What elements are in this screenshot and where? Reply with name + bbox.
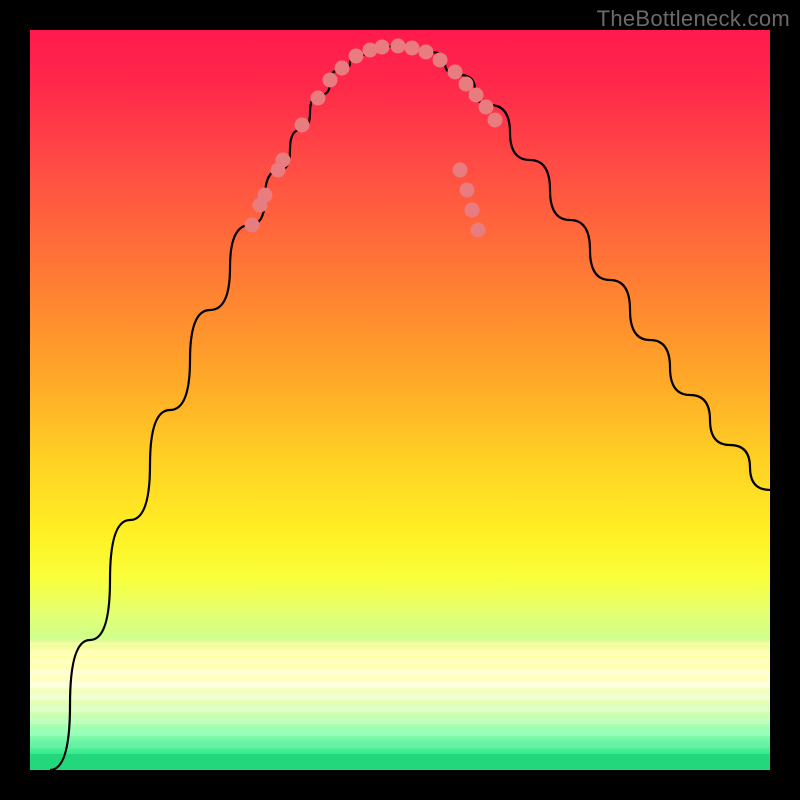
data-dot [469, 88, 484, 103]
bottleneck-curve-svg [30, 30, 770, 770]
data-dot [311, 91, 326, 106]
data-dot [488, 113, 503, 128]
data-dot [258, 188, 273, 203]
data-dot [448, 65, 463, 80]
data-dot [405, 41, 420, 56]
data-dot [375, 40, 390, 55]
data-dot [471, 223, 486, 238]
watermark-text: TheBottleneck.com [597, 6, 790, 32]
chart-frame [30, 30, 770, 770]
data-dot [276, 153, 291, 168]
data-dot [335, 61, 350, 76]
data-dot [295, 118, 310, 133]
data-dot [419, 45, 434, 60]
data-dot [460, 183, 475, 198]
data-dot [245, 218, 260, 233]
data-dot [433, 53, 448, 68]
data-dot [453, 163, 468, 178]
bottleneck-curve-path [50, 46, 770, 770]
data-dot [323, 73, 338, 88]
data-dot [349, 49, 364, 64]
curve-data-dots [245, 39, 503, 238]
data-dot [391, 39, 406, 54]
data-dot [465, 203, 480, 218]
data-dot [479, 100, 494, 115]
